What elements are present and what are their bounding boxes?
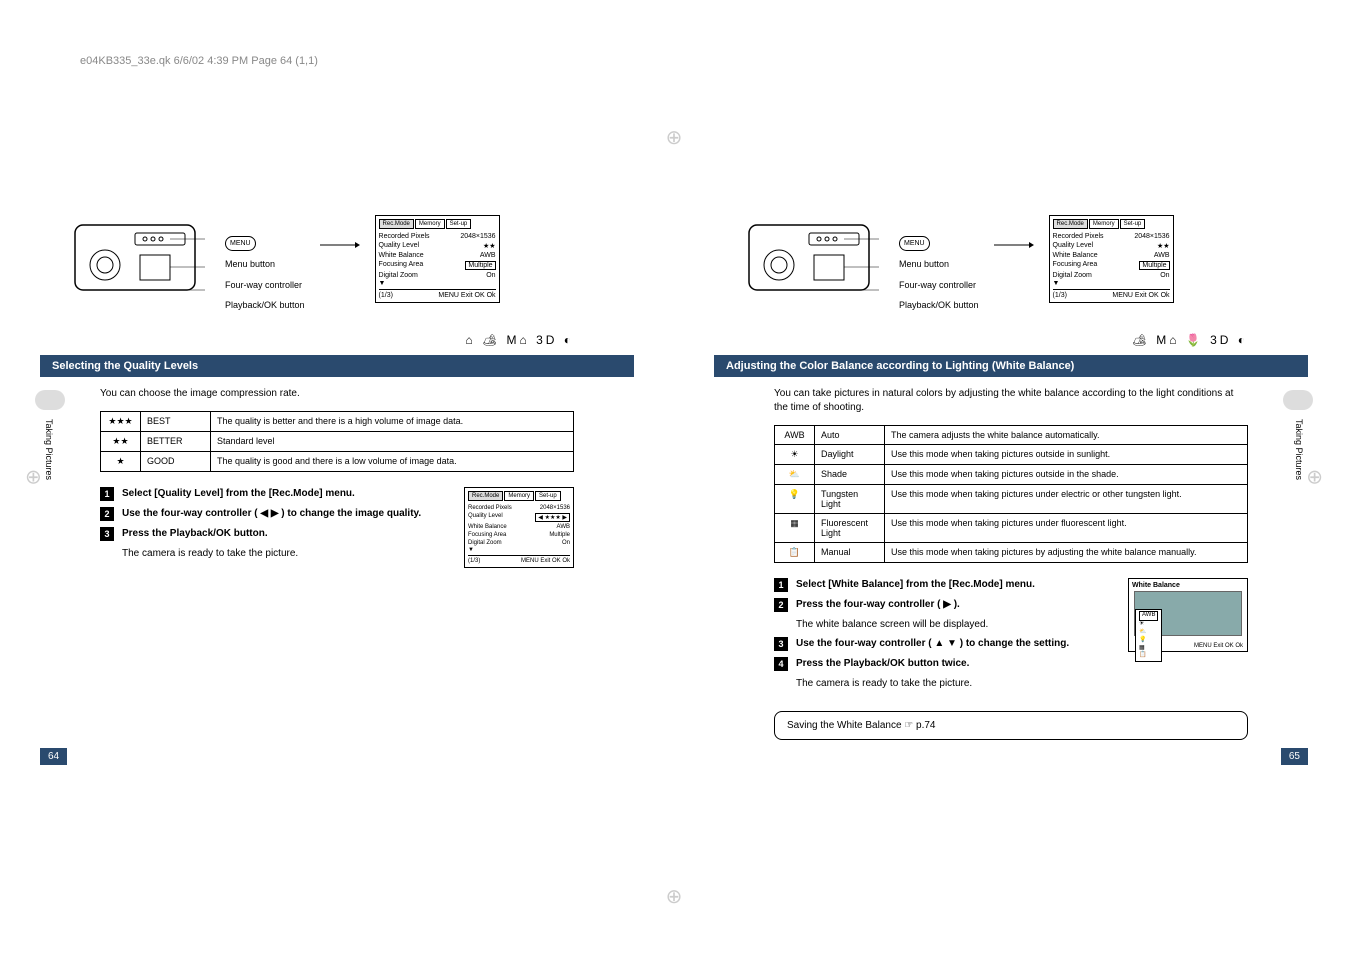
camera-labels: MENU Menu button Four-way controller Pla… (899, 235, 979, 318)
menu-screen-quality-step: Rec.Mode Memory Set-up Recorded Pixels20… (464, 487, 574, 568)
step-num-3: 3 (774, 637, 788, 651)
file-header: e04KB335_33e.qk 6/6/02 4:39 PM Page 64 (… (80, 55, 318, 67)
table-row: ⛅ShadeUse this mode when taking pictures… (775, 465, 1248, 485)
wb-steps: 1Select [White Balance] from the [Rec.Mo… (774, 578, 1113, 696)
camera-icon (744, 215, 884, 305)
step-2-sub: The white balance screen will be display… (796, 618, 1113, 631)
playback-label: Playback/OK button (899, 298, 979, 312)
quality-table: ★★★BESTThe quality is better and there i… (100, 411, 574, 472)
tab-memory: Memory (415, 219, 445, 229)
camera-diagram-right: MENU Menu button Four-way controller Pla… (744, 215, 1308, 318)
side-tab-right: Taking Pictures (1290, 415, 1308, 484)
table-row: 💡Tungsten LightUse this mode when taking… (775, 485, 1248, 514)
menu-button-label: Menu button (225, 257, 305, 271)
table-row: ★★★BESTThe quality is better and there i… (101, 412, 574, 432)
table-row: ▦Fluorescent LightUse this mode when tak… (775, 514, 1248, 543)
thumb-tab-shape (35, 390, 65, 410)
step-num-2: 2 (774, 598, 788, 612)
step-num-2: 2 (100, 507, 114, 521)
playback-label: Playback/OK button (225, 298, 305, 312)
page-number-64: 64 (40, 748, 67, 765)
camera-labels: MENU Menu button Four-way controller Pla… (225, 235, 305, 318)
page-65: Taking Pictures MENU (674, 215, 1348, 740)
arrow-icon (320, 240, 360, 250)
table-row: AWBAutoThe camera adjusts the white bala… (775, 426, 1248, 445)
reg-mark-bottom: ⊕ (666, 884, 683, 909)
wb-preview-screen: White Balance AWB ☀⛅💡▦📋 MENU Exit OK Ok (1128, 578, 1248, 652)
step-num-1: 1 (774, 578, 788, 592)
section-title-wb: Adjusting the Color Balance according to… (714, 355, 1308, 377)
quality-intro: You can choose the image compression rat… (100, 387, 574, 401)
table-row: ★★BETTERStandard level (101, 432, 574, 452)
page-container: e04KB335_33e.qk 6/6/02 4:39 PM Page 64 (… (0, 0, 1348, 954)
mode-icons-right: 🏕 M⌂ 🌷 3D ◐ (714, 333, 1248, 347)
step-num-1: 1 (100, 487, 114, 501)
fourway-label: Four-way controller (225, 278, 305, 292)
tab-recmode: Rec.Mode (379, 219, 414, 229)
menu-pill: MENU (899, 236, 930, 251)
section-title-quality: Selecting the Quality Levels (40, 355, 634, 377)
side-tab-left: Taking Pictures (40, 415, 58, 484)
reg-mark-top: ⊕ (666, 125, 683, 150)
step-num-4: 4 (774, 657, 788, 671)
wb-options-list: AWB ☀⛅💡▦📋 (1135, 609, 1162, 662)
fourway-label: Four-way controller (899, 278, 979, 292)
wb-intro: You can take pictures in natural colors … (774, 387, 1248, 415)
menu-button-label: Menu button (899, 257, 979, 271)
tab-setup: Set-up (446, 219, 472, 229)
wb-table: AWBAutoThe camera adjusts the white bala… (774, 425, 1248, 563)
camera-diagram-left: MENU Menu button Four-way controller Pla… (70, 215, 634, 318)
content-area: Taking Pictures MENU (0, 215, 1348, 740)
table-row: ★GOODThe quality is good and there is a … (101, 452, 574, 472)
menu-screen-left: Rec.Mode Memory Set-up Recorded Pixels20… (375, 215, 500, 303)
page-number-65: 65 (1281, 748, 1308, 765)
quality-steps: 1Select [Quality Level] from the [Rec.Mo… (100, 487, 449, 566)
table-row: ☀DaylightUse this mode when taking pictu… (775, 445, 1248, 465)
camera-icon (70, 215, 210, 305)
saving-note: Saving the White Balance ☞ p.74 (774, 711, 1248, 740)
step-4-sub: The camera is ready to take the picture. (796, 677, 1113, 690)
thumb-tab-shape (1283, 390, 1313, 410)
page-64: Taking Pictures MENU (0, 215, 674, 740)
menu-pill: MENU (225, 236, 256, 251)
table-row: 📋ManualUse this mode when taking picture… (775, 543, 1248, 563)
arrow-icon (994, 240, 1034, 250)
mode-icons-left: ⌂ 🏕 M⌂ 3D ◐ (40, 333, 574, 347)
step-num-3: 3 (100, 527, 114, 541)
menu-screen-right: Rec.Mode Memory Set-up Recorded Pixels20… (1049, 215, 1174, 303)
step-3-sub: The camera is ready to take the picture. (122, 547, 449, 560)
